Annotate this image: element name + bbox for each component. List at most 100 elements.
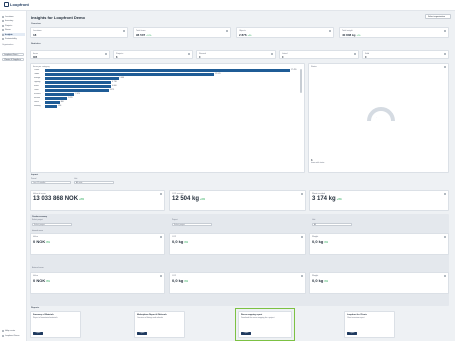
open-report-button[interactable]: Open (33, 332, 43, 335)
sidebar-item-inventory[interactable]: Inventory (2, 20, 25, 23)
summary-card: Locations 18 (30, 27, 128, 38)
category-value: 12 070 (215, 73, 221, 75)
info-icon[interactable] (444, 274, 446, 277)
summary-card: Total items 96 507+12% (133, 27, 231, 38)
mid-select[interactable]: Select project (172, 223, 212, 226)
category-bar (45, 101, 60, 104)
category-bar-row[interactable]: Sofas 4 600 (34, 85, 299, 88)
info-icon[interactable] (444, 192, 446, 195)
overview-label: Overview (31, 23, 41, 25)
user-icon (2, 334, 4, 337)
sidebar-item-insights[interactable]: Insights (2, 33, 25, 36)
category-label: Tables (34, 73, 40, 75)
logo-text: Loopfront (10, 2, 29, 7)
info-icon[interactable] (329, 29, 331, 32)
report-title: Marketplace Report & Referrals (137, 313, 167, 316)
category-value: 4 600 (112, 85, 117, 87)
reports-label: Reports (31, 307, 40, 309)
info-icon[interactable] (301, 274, 303, 277)
folder-icon (2, 24, 4, 27)
category-bar (45, 81, 112, 84)
project-select[interactable]: Select project (32, 223, 72, 226)
sidebar-item-label: Locations (5, 15, 14, 18)
circular-card: CO2 0,0 kg0% (169, 233, 306, 255)
category-chart-card: Items per category Chairs 17 455 Tables 12 … (30, 63, 305, 173)
info-icon[interactable] (188, 52, 190, 55)
card-title: Total weight (342, 29, 353, 32)
category-bar-row[interactable]: Kitchen 1 615 (34, 97, 299, 100)
sidebar-item-label: Help center (5, 329, 16, 332)
sidebar-item-sustainability[interactable]: Sustainability (2, 38, 25, 41)
open-report-button[interactable]: Open (137, 332, 147, 335)
category-bar-row[interactable]: Flooring 656 (34, 105, 299, 108)
sidebar-item-label: Loopfront Demo (5, 334, 20, 337)
category-bar-row[interactable]: Storage 5 066 (34, 77, 299, 80)
sidebar-item-account[interactable]: Loopfront Demo (2, 334, 25, 337)
card-value: 0,0 kg0% (172, 239, 188, 244)
circular-card: Weight 0,0 kg0% (309, 272, 449, 294)
circular-card: Weight 0,0 kg0% (309, 233, 449, 255)
category-bar-row[interactable]: Chairs 17 455 (34, 69, 299, 72)
sidebar-item-help[interactable]: Help center (2, 329, 25, 332)
impact-label: Impact (31, 174, 39, 176)
card-value: 0 (199, 55, 201, 59)
card-title: Weight (312, 235, 319, 238)
info-icon[interactable] (123, 29, 125, 32)
period-select[interactable]: Last 12 months (31, 181, 71, 184)
info-icon[interactable] (301, 192, 303, 195)
stat-card: Items 305 (30, 50, 110, 59)
report-card: Loopfront for Clients Client overview re… (344, 311, 395, 338)
info-icon[interactable] (160, 235, 162, 238)
info-icon[interactable] (444, 29, 446, 32)
right-select[interactable]: All (312, 223, 352, 226)
unit-label: Unit (74, 178, 78, 180)
location-icon (2, 15, 4, 18)
organization-selector[interactable]: Select organization (425, 14, 451, 19)
page-title: Insights for Loopfront Demo (31, 15, 85, 20)
scrollbar[interactable] (300, 69, 302, 93)
info-icon[interactable] (160, 274, 162, 277)
category-bar-row[interactable]: Other 4 579 (34, 89, 299, 92)
card-title: Weight (312, 274, 319, 277)
info-icon[interactable] (160, 192, 162, 195)
highlight-frame (235, 308, 295, 341)
sidebar-item-projects[interactable]: Projects (2, 24, 25, 27)
info-icon[interactable] (444, 65, 446, 68)
info-icon[interactable] (271, 52, 273, 55)
logo-icon (4, 2, 9, 7)
card-title: Status (311, 65, 317, 68)
info-icon[interactable] (301, 235, 303, 238)
category-label: Flooring (34, 105, 41, 107)
category-value: 4 716 (112, 81, 117, 83)
app-logo[interactable]: Loopfront (4, 2, 29, 7)
card-value: 40 808 kg+2% (342, 32, 361, 37)
info-icon[interactable] (444, 235, 446, 238)
chart-icon (2, 33, 4, 36)
category-value: 866 (60, 101, 64, 103)
unit-select[interactable]: All units (74, 181, 114, 184)
card-value: 8 (116, 55, 118, 59)
impact-card: CO2 savings 12 504 kg+6% (169, 190, 306, 211)
category-bar-row[interactable]: Lighting 4 716 (34, 81, 299, 84)
card-title: Items per category (33, 65, 50, 68)
category-bar-row[interactable]: Screens 2 070 (34, 93, 299, 96)
right-label: Unit (312, 219, 316, 221)
info-icon[interactable] (354, 52, 356, 55)
category-bar-row[interactable]: Tables 12 070 (34, 73, 299, 76)
open-report-button[interactable]: Open (347, 332, 357, 335)
info-icon[interactable] (226, 29, 228, 32)
circular-sub-label: Select project (32, 219, 43, 221)
info-icon[interactable] (105, 52, 107, 55)
category-label: Sofas (34, 85, 39, 87)
category-bar-row[interactable]: Doors 866 (34, 101, 299, 104)
status-gauge (367, 107, 395, 122)
sidebar-item-reuse[interactable]: Reuse (2, 29, 25, 32)
card-value: 12 504 kg+6% (172, 196, 206, 202)
view-select[interactable]: Clients & Suppliers (2, 58, 24, 61)
sidebar-item-locations[interactable]: Locations (2, 15, 25, 18)
info-icon[interactable] (444, 52, 446, 55)
card-value: 0 (365, 55, 367, 59)
impact-card: Waste avoided 3 174 kg+3% (309, 190, 449, 211)
report-desc: Client overview report (347, 317, 365, 319)
organization-select[interactable]: Loopfront Dem... (2, 53, 24, 56)
